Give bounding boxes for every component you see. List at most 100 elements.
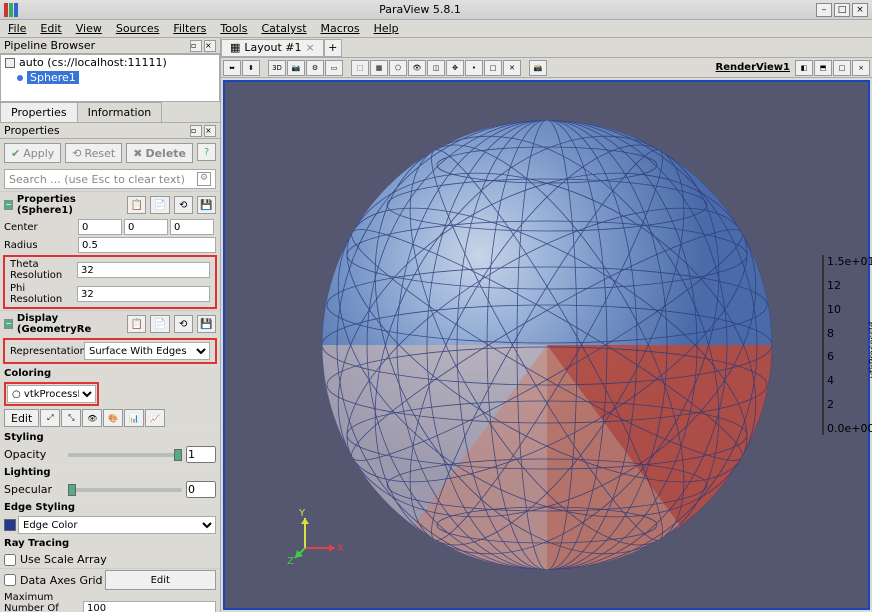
reload-icon[interactable]: ⟲	[174, 196, 193, 214]
tab-properties[interactable]: Properties	[0, 102, 78, 122]
3d-icon[interactable]: 3D	[268, 60, 286, 76]
menu-sources[interactable]: Sources	[110, 20, 166, 37]
select-points-icon[interactable]: ⬚	[351, 60, 369, 76]
gear-icon[interactable]: ⚙	[197, 172, 211, 186]
close-view-icon[interactable]: ×	[852, 60, 870, 76]
theta-input[interactable]	[77, 262, 210, 278]
specular-input[interactable]	[186, 481, 216, 498]
hover-point-icon[interactable]: •	[465, 60, 483, 76]
edge-color-swatch[interactable]	[4, 519, 16, 531]
visibility-icon[interactable]	[17, 75, 23, 81]
sel-icon[interactable]: ▭	[325, 60, 343, 76]
specular-slider[interactable]: Specular	[0, 480, 220, 499]
menu-edit[interactable]: Edit	[34, 20, 67, 37]
separate-colormap-icon[interactable]: 📈	[145, 409, 165, 427]
phi-label: Phi Resolution	[10, 283, 75, 305]
apply-button[interactable]: ✔Apply	[4, 143, 61, 163]
center-x-input[interactable]	[78, 219, 122, 235]
properties-search[interactable]: Search ... (use Esc to clear text) ⚙	[4, 169, 216, 189]
copy-icon[interactable]: 📋	[127, 315, 146, 333]
maximize-button[interactable]: □	[834, 3, 850, 17]
panel-float-icon[interactable]: ▫	[190, 40, 202, 52]
tab-information[interactable]: Information	[77, 102, 163, 122]
opacity-input[interactable]	[186, 446, 216, 463]
delete-button[interactable]: ✖Delete	[126, 143, 193, 163]
pipeline-server[interactable]: auto (cs://localhost:11111)	[1, 55, 219, 70]
section-display[interactable]: − Display (GeometryRe 📋 📄 ⟲ 💾	[0, 311, 220, 337]
select-block-icon[interactable]: ◫	[427, 60, 445, 76]
paraview-logo-icon	[4, 3, 18, 17]
data-axes-grid-checkbox[interactable]: Data Axes Grid	[4, 574, 103, 587]
render-viewport[interactable]: X Y Z 1.5e+01 12 10 8 6 4 2 0.0e+00 vtkP…	[223, 80, 870, 610]
panel-close-icon[interactable]: ×	[204, 125, 216, 137]
reload-icon[interactable]: ⟲	[174, 315, 193, 333]
hover-cell-icon[interactable]: □	[484, 60, 502, 76]
select-cells-icon[interactable]: ▦	[370, 60, 388, 76]
rescale-visible-icon[interactable]: 👁	[82, 409, 102, 427]
split-v-icon[interactable]: ⬒	[814, 60, 832, 76]
add-layout-tab[interactable]: +	[324, 39, 342, 57]
copy-icon[interactable]: 📋	[127, 196, 146, 214]
layout-tab-1[interactable]: ▦Layout #1×	[221, 39, 324, 57]
coloring-header: Coloring	[0, 365, 220, 381]
radius-input[interactable]	[78, 237, 216, 253]
collapse-icon[interactable]: −	[4, 200, 13, 210]
pipeline-tree[interactable]: auto (cs://localhost:11111) Sphere1	[0, 54, 220, 102]
maxnum-input[interactable]	[83, 601, 216, 612]
split-h-icon[interactable]: ⬌	[223, 60, 241, 76]
colorby-select[interactable]: ○ vtkProcessIdvtkProcessId	[7, 385, 96, 403]
section-sphere-props[interactable]: − Properties (Sphere1) 📋 📄 ⟲ 💾	[0, 192, 220, 218]
save-icon[interactable]: 💾	[197, 196, 216, 214]
clear-sel-icon[interactable]: ✕	[503, 60, 521, 76]
menu-file[interactable]: File	[2, 20, 32, 37]
reset-button[interactable]: ⟲Reset	[65, 143, 122, 163]
colorbar-gradient	[822, 255, 824, 435]
adjust-icon[interactable]: ⚙	[306, 60, 324, 76]
color-legend[interactable]: 1.5e+01 12 10 8 6 4 2 0.0e+00 vtkProcess…	[822, 255, 862, 435]
maximize-view-icon[interactable]: □	[833, 60, 851, 76]
menu-tools[interactable]: Tools	[214, 20, 253, 37]
center-y-input[interactable]	[124, 219, 168, 235]
edit-colormap-button[interactable]: Edit	[4, 409, 39, 427]
menu-filters[interactable]: Filters	[167, 20, 212, 37]
use-scale-checkbox[interactable]: Use Scale Array	[0, 551, 220, 568]
paste-icon[interactable]: 📄	[150, 315, 169, 333]
menu-view[interactable]: View	[70, 20, 108, 37]
select-view-icon[interactable]: 👁	[408, 60, 426, 76]
right-panel: ▦Layout #1× + ⬌ ⬍ 3D 📷 ⚙ ▭ ⬚ ▦ ⬠ 👁 ◫ ✥ •…	[221, 38, 872, 612]
split-h-icon[interactable]: ◧	[795, 60, 813, 76]
help-button[interactable]: ?	[197, 143, 216, 161]
collapse-icon[interactable]: −	[4, 319, 13, 329]
menu-catalyst[interactable]: Catalyst	[255, 20, 312, 37]
panel-close-icon[interactable]: ×	[204, 40, 216, 52]
representation-select[interactable]: Surface With Edges	[84, 342, 210, 360]
close-tab-icon[interactable]: ×	[306, 41, 315, 54]
menu-help[interactable]: Help	[368, 20, 405, 37]
menu-macros[interactable]: Macros	[315, 20, 366, 37]
opacity-slider[interactable]: Opacity	[0, 445, 220, 464]
paste-icon[interactable]: 📄	[150, 196, 169, 214]
rescale-custom-icon[interactable]: ⤡	[61, 409, 81, 427]
select-poly-icon[interactable]: ⬠	[389, 60, 407, 76]
render-view-label: RenderView1	[716, 62, 790, 73]
pipeline-item-sphere1[interactable]: Sphere1	[1, 70, 219, 85]
edge-color-select[interactable]: Edge Color	[18, 516, 216, 534]
scalar-bar-icon[interactable]: 📊	[124, 409, 144, 427]
save-icon[interactable]: 💾	[197, 315, 216, 333]
interactive-sel-icon[interactable]: ✥	[446, 60, 464, 76]
camera-icon[interactable]: 📷	[287, 60, 305, 76]
close-button[interactable]: ×	[852, 3, 868, 17]
screenshot-icon[interactable]: 📸	[529, 60, 547, 76]
center-z-input[interactable]	[170, 219, 214, 235]
coloring-toolbar: Edit ⤢ ⤡ 👁 🎨 📊 📈	[0, 407, 220, 429]
rescale-icon[interactable]: ⤢	[40, 409, 60, 427]
phi-input[interactable]	[77, 286, 210, 302]
window-controls: – □ ×	[816, 3, 868, 17]
colormap-icon[interactable]: 🎨	[103, 409, 123, 427]
panel-float-icon[interactable]: ▫	[190, 125, 202, 137]
minimize-button[interactable]: –	[816, 3, 832, 17]
split-v-icon[interactable]: ⬍	[242, 60, 260, 76]
data-axes-edit-button[interactable]: Edit	[105, 570, 216, 590]
ray-tracing-header: Ray Tracing	[0, 535, 220, 551]
view-toolbar: ⬌ ⬍ 3D 📷 ⚙ ▭ ⬚ ▦ ⬠ 👁 ◫ ✥ • □ ✕ 📸 RenderV…	[221, 58, 872, 78]
